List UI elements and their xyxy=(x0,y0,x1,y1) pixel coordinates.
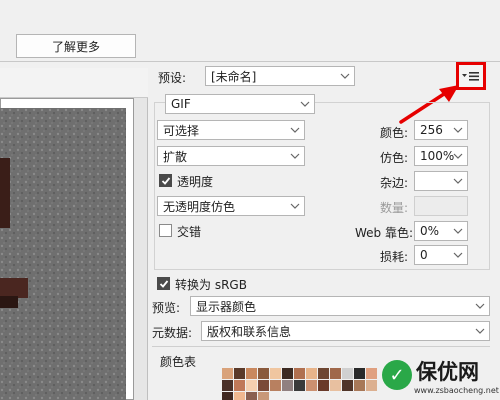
color-swatch[interactable] xyxy=(330,380,341,391)
color-swatch[interactable] xyxy=(294,368,305,379)
chevron-down-icon xyxy=(453,228,463,234)
color-swatch[interactable] xyxy=(366,368,377,379)
chevron-down-icon xyxy=(290,153,300,159)
palette-select[interactable]: 可选择 xyxy=(157,120,305,140)
dither-select[interactable]: 扩散 xyxy=(157,146,305,166)
preset-label: 预设: xyxy=(158,71,187,85)
color-swatch[interactable] xyxy=(330,368,341,379)
format-value: GIF xyxy=(171,97,191,111)
preview-image xyxy=(0,108,126,400)
section-divider xyxy=(152,346,490,347)
preview-mode-label: 预览: xyxy=(152,301,181,315)
web-snap-field[interactable]: 0% xyxy=(414,221,468,241)
colors-select[interactable]: 256 xyxy=(414,120,468,140)
color-swatch[interactable] xyxy=(246,380,257,391)
preview-mode-value: 显示器颜色 xyxy=(196,299,257,314)
dither-amount-field[interactable]: 100% xyxy=(414,146,468,166)
color-swatch[interactable] xyxy=(234,368,245,379)
web-snap-label: Web 靠色: xyxy=(355,226,414,240)
color-swatch[interactable] xyxy=(222,392,233,400)
lossy-label: 损耗: xyxy=(380,250,409,264)
color-swatch[interactable] xyxy=(222,368,233,379)
amount-label: 数量: xyxy=(380,201,409,215)
palette-value: 可选择 xyxy=(163,123,200,138)
color-swatch[interactable] xyxy=(258,392,269,400)
dither-amount-value: 100% xyxy=(420,149,455,163)
lossy-field[interactable]: 0 xyxy=(414,245,468,265)
color-swatch[interactable] xyxy=(246,368,257,379)
amount-field xyxy=(414,196,468,216)
interlaced-checkbox[interactable] xyxy=(159,224,172,237)
color-swatch[interactable] xyxy=(342,380,353,391)
convert-srgb-label: 转换为 sRGB xyxy=(175,278,247,292)
preset-value: [未命名] xyxy=(211,69,257,84)
watermark-title: 保优网 xyxy=(416,360,479,384)
preview-mode-select[interactable]: 显示器颜色 xyxy=(190,296,490,316)
chevron-down-icon xyxy=(475,303,485,309)
interlaced-label: 交错 xyxy=(177,225,202,239)
color-swatch[interactable] xyxy=(246,392,257,400)
chevron-down-icon xyxy=(453,153,463,159)
watermark-logo-icon: ✓ xyxy=(382,360,412,390)
chevron-down-icon xyxy=(475,328,485,334)
chevron-down-icon xyxy=(290,203,300,209)
dither-value: 扩散 xyxy=(163,149,188,164)
transparency-checkbox[interactable] xyxy=(159,174,172,187)
chevron-down-icon xyxy=(453,127,463,133)
metadata-label: 元数据: xyxy=(152,326,193,340)
watermark: ✓ 保优网 www.zsbaocheng.net xyxy=(382,356,500,400)
watermark-url: www.zsbaocheng.net xyxy=(414,386,499,395)
colors-label: 颜色: xyxy=(380,126,409,140)
learn-more-button[interactable]: 了解更多 xyxy=(16,34,136,58)
transparency-label: 透明度 xyxy=(177,175,214,189)
color-swatch[interactable] xyxy=(318,368,329,379)
matte-label: 杂边: xyxy=(380,176,409,190)
web-snap-value: 0% xyxy=(420,224,440,238)
color-swatch[interactable] xyxy=(306,380,317,391)
color-swatch[interactable] xyxy=(354,380,365,391)
matte-select[interactable] xyxy=(414,171,468,191)
color-swatch[interactable] xyxy=(366,380,377,391)
matte-dither-value: 无透明度仿色 xyxy=(163,199,236,214)
dither-amount-label: 仿色: xyxy=(380,151,409,165)
color-swatch[interactable] xyxy=(318,380,329,391)
color-swatch[interactable] xyxy=(294,380,305,391)
color-swatch[interactable] xyxy=(234,380,245,391)
color-swatch[interactable] xyxy=(222,380,233,391)
color-table-label: 颜色表 xyxy=(160,355,197,369)
color-swatch[interactable] xyxy=(258,368,269,379)
color-swatch[interactable] xyxy=(270,380,281,391)
preset-select[interactable]: [未命名] xyxy=(205,66,355,86)
metadata-select[interactable]: 版权和联系信息 xyxy=(201,321,490,341)
color-swatch[interactable] xyxy=(342,368,353,379)
chevron-down-icon xyxy=(453,252,463,258)
panel-menu-button[interactable] xyxy=(456,62,486,90)
menu-icon xyxy=(462,72,479,81)
color-swatch[interactable] xyxy=(354,368,365,379)
chevron-down-icon xyxy=(300,101,310,107)
color-swatch[interactable] xyxy=(306,368,317,379)
color-swatch[interactable] xyxy=(282,368,293,379)
color-swatch[interactable] xyxy=(234,392,245,400)
format-select[interactable]: GIF xyxy=(165,94,315,114)
color-swatch[interactable] xyxy=(270,368,281,379)
color-swatch[interactable] xyxy=(282,380,293,391)
matte-dither-select[interactable]: 无透明度仿色 xyxy=(157,196,305,216)
color-table-grid xyxy=(222,368,378,400)
colors-value: 256 xyxy=(420,123,443,137)
checkmark-icon xyxy=(159,279,168,288)
preview-header-strip xyxy=(0,68,148,98)
chevron-down-icon xyxy=(340,73,350,79)
color-swatch[interactable] xyxy=(258,380,269,391)
chevron-down-icon xyxy=(290,127,300,133)
convert-srgb-checkbox[interactable] xyxy=(157,277,170,290)
metadata-value: 版权和联系信息 xyxy=(207,324,292,339)
lossy-value: 0 xyxy=(420,248,428,262)
chevron-down-icon xyxy=(453,178,463,184)
checkmark-icon xyxy=(161,176,170,185)
